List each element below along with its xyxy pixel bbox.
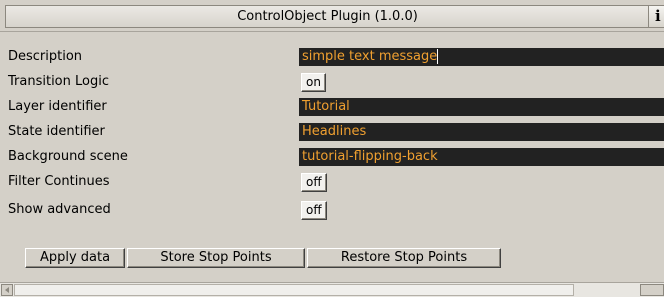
title-bar: ControlObject Plugin (1.0.0) [5,5,649,28]
show-advanced-label: Show advanced [8,202,111,217]
description-label: Description [8,49,83,64]
state-identifier-label: State identifier [8,124,105,139]
restore-stop-points-button[interactable]: Restore Stop Points [307,248,501,268]
scroll-left-arrow-icon[interactable] [1,284,13,296]
description-field[interactable]: simple text message [299,48,664,66]
background-scene-field[interactable]: tutorial-flipping-back [299,148,664,166]
plugin-title: ControlObject Plugin (1.0.0) [237,9,418,24]
transition-logic-label: Transition Logic [8,74,109,89]
apply-data-button[interactable]: Apply data [25,248,125,268]
filter-continues-toggle[interactable]: off [301,173,327,192]
transition-logic-toggle[interactable]: on [301,73,326,92]
layer-identifier-label: Layer identifier [8,99,107,114]
state-identifier-field[interactable]: Headlines [299,123,664,141]
show-advanced-toggle[interactable]: off [301,201,327,220]
scroll-thumb[interactable] [14,284,574,296]
store-stop-points-button[interactable]: Store Stop Points [127,248,305,268]
description-value: simple text message [302,49,439,64]
plugin-header: ControlObject Plugin (1.0.0) i [0,0,664,32]
background-scene-label: Background scene [8,149,128,164]
filter-continues-label: Filter Continues [8,174,110,189]
info-icon[interactable]: i [648,5,664,28]
horizontal-scrollbar[interactable] [0,282,664,297]
scroll-right-arrow-icon[interactable] [640,284,664,296]
layer-identifier-field[interactable]: Tutorial [299,98,664,116]
